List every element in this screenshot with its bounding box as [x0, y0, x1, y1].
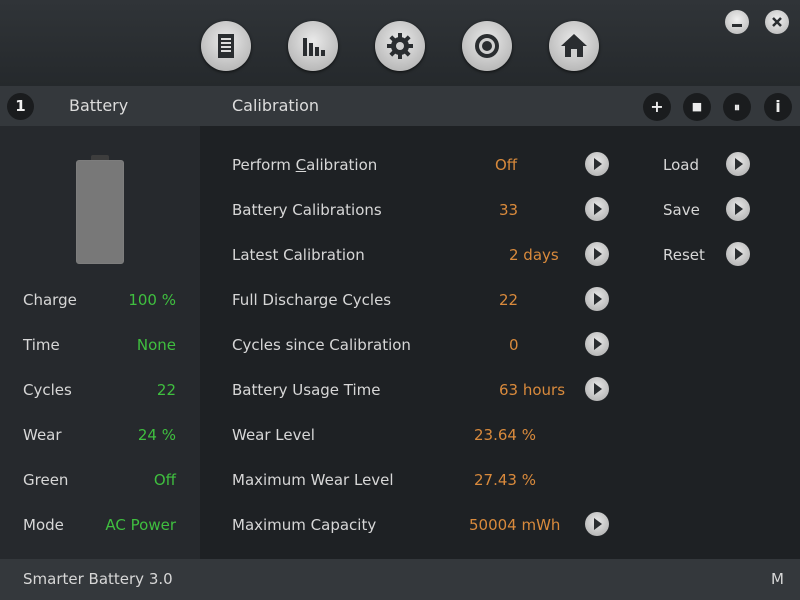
battery-icon	[76, 160, 124, 264]
battery-section-title: Battery	[69, 96, 129, 115]
maximum-capacity-value: 50004 mWh	[469, 516, 561, 534]
battery-usage-time-value: 63 hours	[499, 381, 566, 399]
cycles-since-calibration-value: 0	[509, 336, 519, 354]
info-icon[interactable]: i	[764, 93, 792, 121]
app-name: Smarter Battery 3.0	[23, 570, 173, 588]
document-icon[interactable]	[201, 21, 251, 71]
perform-calibration-label: Perform Calibration	[232, 156, 377, 174]
maximum-capacity-label: Maximum Capacity	[232, 516, 377, 534]
perform-calibration-label-prefix: Perform	[232, 156, 296, 174]
perform-calibration-mnemonic: C	[295, 156, 307, 174]
green-value: Off	[153, 471, 176, 489]
status-indicator[interactable]: M	[771, 570, 784, 588]
save-label: Save	[663, 201, 700, 219]
battery-usage-time-label: Battery Usage Time	[232, 381, 381, 399]
perform-calibration-play-icon[interactable]	[585, 152, 609, 176]
maximum-capacity-play-icon[interactable]	[585, 512, 609, 536]
reset-play-icon[interactable]	[726, 242, 750, 266]
green-label: Green	[23, 471, 69, 489]
close-icon[interactable]	[765, 10, 789, 34]
cycles-value: 22	[156, 381, 176, 399]
home-icon[interactable]	[549, 21, 599, 71]
stop-icon[interactable]: ■	[683, 93, 711, 121]
load-label: Load	[663, 156, 699, 174]
cycles-label: Cycles	[23, 381, 72, 399]
charge-value: 100 %	[128, 291, 176, 309]
maximum-wear-level-label: Maximum Wear Level	[232, 471, 394, 489]
load-play-icon[interactable]	[726, 152, 750, 176]
full-discharge-cycles-play-icon[interactable]	[585, 287, 609, 311]
maximum-wear-level-value: 27.43 %	[474, 471, 536, 489]
wear-level-value: 23.64 %	[474, 426, 536, 444]
battery-calibrations-play-icon[interactable]	[585, 197, 609, 221]
bar-chart-icon[interactable]	[288, 21, 338, 71]
battery-calibrations-label: Battery Calibrations	[232, 201, 382, 219]
profile-number-badge[interactable]: 1	[7, 93, 34, 120]
minimize-icon[interactable]	[725, 10, 749, 34]
wear-value: 24 %	[137, 426, 176, 444]
time-label: Time	[23, 336, 60, 354]
perform-calibration-value: Off	[495, 156, 518, 174]
pause-icon[interactable]: ⏸	[723, 93, 751, 121]
gear-icon[interactable]	[375, 21, 425, 71]
wear-level-label: Wear Level	[232, 426, 315, 444]
battery-calibrations-value: 33	[499, 201, 519, 219]
cycles-since-calibration-play-icon[interactable]	[585, 332, 609, 356]
reset-label: Reset	[663, 246, 705, 264]
charge-label: Charge	[23, 291, 77, 309]
battery-usage-time-play-icon[interactable]	[585, 377, 609, 401]
calibration-section-title: Calibration	[232, 96, 320, 115]
latest-calibration-label: Latest Calibration	[232, 246, 365, 264]
status-bar: Smarter Battery 3.0 M	[0, 559, 800, 600]
latest-calibration-value: 2 days	[509, 246, 559, 264]
save-play-icon[interactable]	[726, 197, 750, 221]
perform-calibration-label-suffix: alibration	[306, 156, 378, 174]
full-discharge-cycles-label: Full Discharge Cycles	[232, 291, 392, 309]
section-header: 1 Battery Calibration + ■ ⏸ i	[0, 86, 800, 126]
full-discharge-cycles-value: 22	[499, 291, 519, 309]
time-value: None	[136, 336, 176, 354]
cycles-since-calibration-label: Cycles since Calibration	[232, 336, 411, 354]
mode-value: AC Power	[105, 516, 176, 534]
top-toolbar	[0, 0, 800, 86]
target-icon[interactable]	[462, 21, 512, 71]
add-icon[interactable]: +	[643, 93, 671, 121]
latest-calibration-play-icon[interactable]	[585, 242, 609, 266]
wear-label: Wear	[23, 426, 62, 444]
mode-label: Mode	[23, 516, 64, 534]
